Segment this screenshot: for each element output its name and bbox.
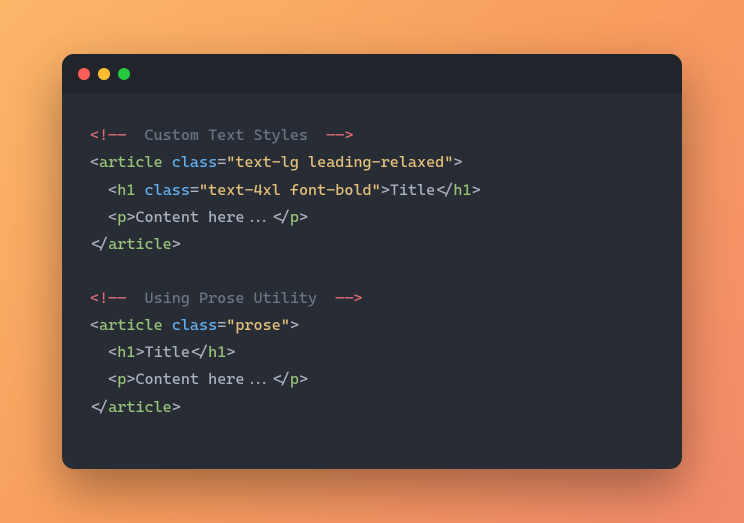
angle-open: < (90, 235, 99, 253)
angle-open: < (108, 370, 117, 388)
angle-open: < (90, 153, 99, 171)
tag-p: p (117, 370, 126, 388)
equals: = (217, 153, 226, 171)
slash: / (281, 208, 290, 226)
angle-close: > (453, 153, 462, 171)
angle-close: > (226, 343, 235, 361)
angle-close: > (172, 235, 181, 253)
comment-close: ——> (326, 126, 353, 144)
angle-open: < (435, 181, 444, 199)
angle-close: > (472, 181, 481, 199)
angle-open: < (272, 208, 281, 226)
attr-class: class (145, 181, 190, 199)
code-block: <!—— Custom Text Styles ——> <article cla… (62, 94, 682, 468)
angle-open: < (90, 398, 99, 416)
close-icon[interactable] (78, 68, 90, 80)
angle-close: > (381, 181, 390, 199)
class-value: text-lg leading-relaxed (235, 153, 444, 171)
slash: / (199, 343, 208, 361)
tag-h1: h1 (117, 181, 135, 199)
tag-article: article (99, 316, 163, 334)
angle-close: > (172, 398, 181, 416)
window-titlebar (62, 54, 682, 94)
angle-open: < (108, 181, 117, 199)
comment-open: <!—— (90, 126, 126, 144)
slash: / (99, 235, 108, 253)
comment-text: Custom Text Styles (145, 126, 308, 144)
title-text: Title (145, 343, 190, 361)
angle-close: > (135, 343, 144, 361)
quote: " (226, 153, 235, 171)
content-text: Content here... (135, 370, 271, 388)
quote: " (281, 316, 290, 334)
code-window: <!—— Custom Text Styles ——> <article cla… (62, 54, 682, 468)
attr-class: class (172, 153, 217, 171)
tag-article: article (108, 235, 172, 253)
tag-p: p (117, 208, 126, 226)
quote: " (444, 153, 453, 171)
comment-open: <!—— (90, 289, 126, 307)
angle-close: > (290, 316, 299, 334)
slash: / (281, 370, 290, 388)
tag-article: article (99, 153, 163, 171)
title-text: Title (390, 181, 435, 199)
angle-open: < (90, 316, 99, 334)
content-text: Content here... (135, 208, 271, 226)
tag-article: article (108, 398, 172, 416)
angle-open: < (108, 208, 117, 226)
tag-p: p (290, 370, 299, 388)
tag-h1: h1 (117, 343, 135, 361)
minimize-icon[interactable] (98, 68, 110, 80)
class-value: text-4xl font-bold (208, 181, 371, 199)
angle-open: < (108, 343, 117, 361)
angle-close: > (299, 208, 308, 226)
angle-open: < (272, 370, 281, 388)
tag-h1: h1 (453, 181, 471, 199)
class-value: prose (235, 316, 280, 334)
comment-text: Using Prose Utility (145, 289, 318, 307)
angle-close: > (299, 370, 308, 388)
attr-class: class (172, 316, 217, 334)
tag-p: p (290, 208, 299, 226)
slash: / (99, 398, 108, 416)
equals: = (217, 316, 226, 334)
quote: " (226, 316, 235, 334)
maximize-icon[interactable] (118, 68, 130, 80)
angle-open: < (190, 343, 199, 361)
quote: " (199, 181, 208, 199)
comment-close: ——> (335, 289, 362, 307)
tag-h1: h1 (208, 343, 226, 361)
quote: " (372, 181, 381, 199)
equals: = (190, 181, 199, 199)
